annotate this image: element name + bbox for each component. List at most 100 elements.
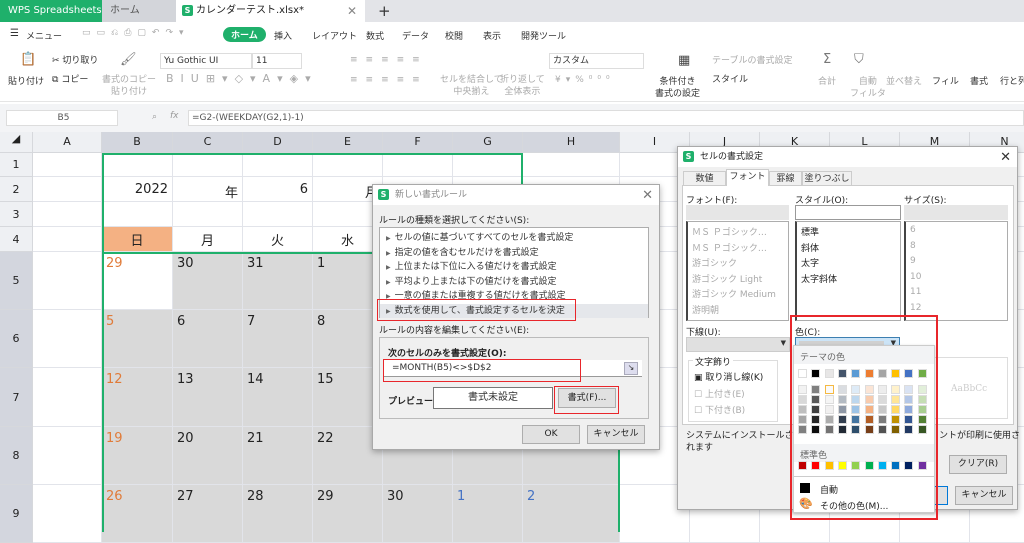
theme-shade-swatch[interactable]	[877, 395, 887, 404]
standard-color-swatch[interactable]	[904, 461, 914, 470]
theme-shade-swatch[interactable]	[917, 405, 927, 414]
theme-shade-swatch[interactable]	[877, 405, 887, 414]
menu-tab-view[interactable]: 表示	[483, 29, 501, 42]
ok-button[interactable]: OK	[522, 425, 580, 444]
style-list[interactable]: 標準 斜体 太字 太字斜体	[795, 221, 901, 321]
cell-A9[interactable]	[33, 485, 102, 543]
standard-color-swatch[interactable]	[864, 461, 874, 470]
standard-color-swatch[interactable]	[811, 461, 821, 470]
number-buttons[interactable]: ¥▾%⁰⁰⁰	[555, 74, 615, 86]
tab-fill[interactable]: 塗りつぶし	[802, 171, 852, 185]
theme-shade-swatch[interactable]	[824, 385, 834, 394]
standard-color-swatch[interactable]	[891, 461, 901, 470]
theme-shade-swatch[interactable]	[917, 395, 927, 404]
menu-tab-data[interactable]: データ	[402, 29, 429, 42]
font-input[interactable]	[686, 205, 789, 220]
theme-shade-swatch[interactable]	[851, 415, 861, 424]
copy-button[interactable]: ⧉ コピー	[52, 74, 88, 86]
theme-color-swatch[interactable]	[837, 369, 847, 378]
row-column-button[interactable]: 行と列	[1000, 76, 1024, 88]
theme-shade-swatch[interactable]	[864, 395, 874, 404]
theme-shade-swatch[interactable]	[891, 395, 901, 404]
theme-color-swatch[interactable]	[904, 369, 914, 378]
sort-button[interactable]: 並べ替え	[886, 76, 922, 88]
theme-shade-swatch[interactable]	[877, 415, 887, 424]
new-tab-button[interactable]: +	[370, 0, 391, 22]
row-header-2[interactable]: 2	[0, 177, 33, 202]
cut-button[interactable]: ✂ 切り取り	[52, 55, 98, 67]
list-item[interactable]: 游ゴシック Light	[692, 272, 762, 285]
fill-button[interactable]: フィル	[932, 76, 959, 88]
theme-shade-swatch[interactable]	[891, 385, 901, 394]
row-header-5[interactable]: 5	[0, 252, 33, 310]
theme-shade-swatch[interactable]	[891, 415, 901, 424]
rule-type-item[interactable]: ▶ セルの値に基づいてすべてのセルを書式設定	[380, 231, 648, 245]
theme-color-swatch[interactable]	[917, 369, 927, 378]
list-item[interactable]: ＭＳ Ｐゴシック…	[692, 225, 767, 238]
strikethrough-checkbox[interactable]: ▣ 取り消し線(K)	[694, 370, 763, 383]
tab-file[interactable]: S カレンダーテスト.xlsx* ✕	[176, 0, 365, 22]
sum-button[interactable]: 合計	[818, 76, 836, 88]
align-buttons[interactable]: ≡≡≡≡≡	[350, 54, 428, 66]
theme-shade-swatch[interactable]	[904, 415, 914, 424]
theme-shade-swatch[interactable]	[904, 395, 914, 404]
theme-shade-swatch[interactable]	[877, 385, 887, 394]
tab-font[interactable]: フォント	[726, 169, 769, 186]
row-header-1[interactable]: 1	[0, 153, 33, 177]
column-header-B[interactable]: B	[102, 132, 173, 153]
number-format-select[interactable]: カスタム	[549, 53, 644, 69]
theme-shade-swatch[interactable]	[851, 425, 861, 434]
theme-shade-swatch[interactable]	[837, 415, 847, 424]
list-item[interactable]: 11	[910, 287, 921, 297]
row-header-7[interactable]: 7	[0, 368, 33, 427]
theme-shade-swatch[interactable]	[851, 385, 861, 394]
theme-color-swatch[interactable]	[864, 369, 874, 378]
paste-button[interactable]: 貼り付け	[8, 76, 44, 88]
standard-color-swatch[interactable]	[877, 461, 887, 470]
column-header-C[interactable]: C	[173, 132, 243, 153]
style-button[interactable]: スタイル	[712, 74, 748, 86]
font-name-select[interactable]: Yu Gothic UI	[160, 53, 252, 69]
standard-color-swatch[interactable]	[851, 461, 861, 470]
theme-shade-swatch[interactable]	[917, 425, 927, 434]
select-all-corner[interactable]: ◢	[0, 132, 33, 153]
theme-shade-swatch[interactable]	[837, 425, 847, 434]
theme-shade-swatch[interactable]	[798, 415, 807, 424]
theme-color-swatch[interactable]	[824, 369, 834, 378]
theme-shade-swatch[interactable]	[824, 395, 834, 404]
formula-input[interactable]: =G2-(WEEKDAY(G2,1)-1)	[188, 110, 1024, 126]
theme-shade-swatch[interactable]	[811, 395, 821, 404]
theme-shade-swatch[interactable]	[851, 405, 861, 414]
theme-shade-swatch[interactable]	[798, 425, 807, 434]
theme-shade-swatch[interactable]	[864, 385, 874, 394]
underline-select[interactable]: ▼	[686, 337, 790, 352]
cancel-button[interactable]: キャンセル	[955, 486, 1013, 505]
superscript-checkbox[interactable]: ☐ 上付き(E)	[694, 387, 745, 400]
list-item[interactable]: 8	[910, 241, 916, 251]
cell-A4[interactable]	[33, 227, 102, 252]
theme-color-swatch[interactable]	[798, 369, 807, 378]
cancel-button[interactable]: キャンセル	[587, 425, 645, 444]
cell-A6[interactable]	[33, 310, 102, 368]
menu-tab-layout[interactable]: レイアウト	[312, 29, 357, 42]
menu-tab-formulas[interactable]: 数式	[366, 29, 384, 42]
column-header-H[interactable]: H	[523, 132, 620, 153]
quick-access-toolbar[interactable]: ▭▭⎌⎙▢↶↷▾	[82, 28, 190, 38]
list-item[interactable]: 游ゴシック Medium	[692, 287, 776, 300]
tab-home[interactable]: ホーム	[102, 0, 176, 22]
cell-A8[interactable]	[33, 427, 102, 485]
standard-color-swatch[interactable]	[917, 461, 927, 470]
theme-shade-swatch[interactable]	[891, 425, 901, 434]
column-header-A[interactable]: A	[33, 132, 102, 153]
more-colors-option[interactable]: 🎨 その他の色(M)...	[798, 497, 928, 512]
theme-shade-swatch[interactable]	[824, 415, 834, 424]
theme-shade-swatch[interactable]	[837, 385, 847, 394]
auto-color-option[interactable]: 自動	[798, 482, 928, 496]
tab-number[interactable]: 数値	[683, 171, 726, 185]
format-button[interactable]: 書式(F)...	[558, 388, 616, 408]
theme-shade-swatch[interactable]	[864, 425, 874, 434]
cell-A5[interactable]	[33, 252, 102, 310]
theme-shade-swatch[interactable]	[904, 425, 914, 434]
list-item[interactable]: 游明朝	[692, 303, 719, 316]
name-box[interactable]: B5	[6, 110, 118, 126]
